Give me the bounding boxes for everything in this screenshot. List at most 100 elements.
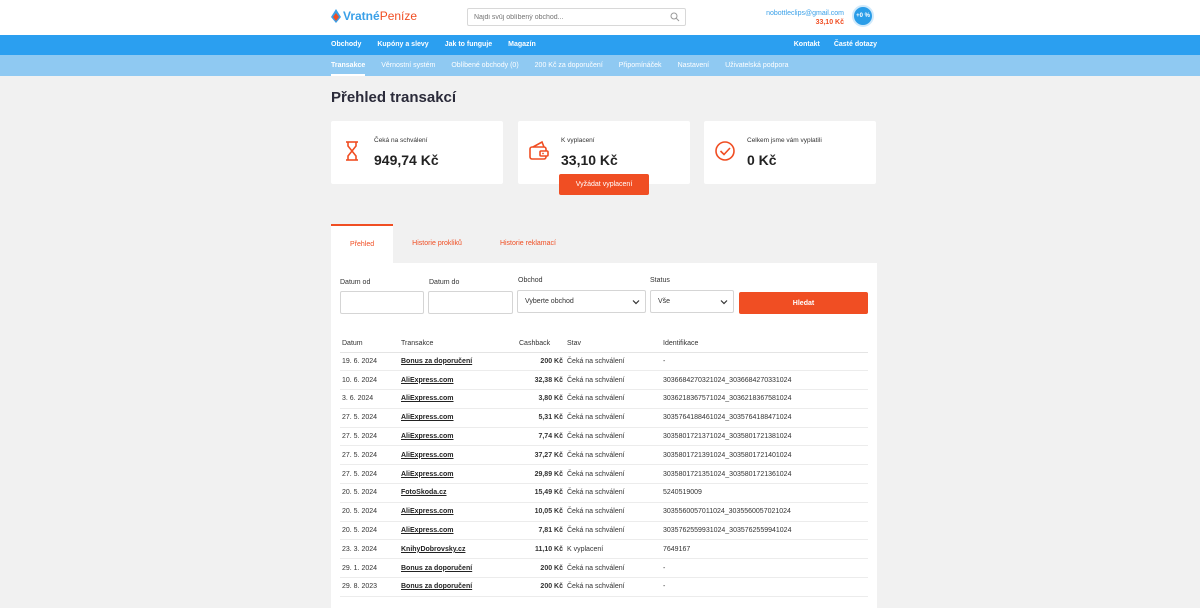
cashback-bonus-badge[interactable]: +0 % [852, 5, 874, 27]
shop-label: Obchod [518, 277, 543, 284]
row-cashback-value: 15,49 Kč [534, 489, 563, 497]
tab-prehled[interactable]: Přehled [331, 224, 394, 263]
subnav-item-oblibene-obchody[interactable]: Oblíbené obchody (0) [451, 55, 518, 76]
card-pending-value: 949,74 Kč [374, 152, 439, 168]
row-cashback: 7,81 Kč [517, 521, 567, 541]
search-input[interactable] [468, 9, 663, 25]
card-paid-total: Celkem jsme vám vyplatili 0 Kč [704, 121, 876, 184]
row-transaction-link[interactable]: FotoSkoda.cz [401, 489, 447, 496]
row-status: Čeká na schválení [567, 558, 663, 579]
row-date: 29. 1. 2024 [340, 558, 401, 579]
card-pending-label: Čeká na schválení [374, 137, 428, 144]
row-date: 27. 5. 2024 [340, 408, 401, 428]
row-date: 19. 6. 2024 [340, 352, 401, 372]
col-header-identifikace[interactable]: Identifikace [663, 335, 868, 353]
row-cashback-value: 32,38 Kč [534, 376, 563, 384]
table-row: 29. 8. 2023 Bonus za doporučení 200 Kč Čeká… [340, 577, 868, 597]
row-date: 29. 8. 2023 [340, 577, 401, 597]
row-transaction-link[interactable]: AliExpress.com [401, 471, 454, 478]
row-date: 20. 5. 2024 [340, 521, 401, 541]
row-transaction-link[interactable]: AliExpress.com [401, 433, 454, 440]
row-cashback: 5,31 Kč [517, 408, 567, 428]
row-transaction-link[interactable]: AliExpress.com [401, 414, 454, 421]
row-transaction-link[interactable]: KnihyDobrovsky.cz [401, 546, 465, 553]
table-row: 3. 6. 2024 AliExpress.com 3,80 Kč Čeká na s… [340, 389, 868, 409]
search-icon[interactable] [670, 12, 680, 22]
table-row: 10. 6. 2024 AliExpress.com 32,38 Kč Čeká na… [340, 370, 868, 391]
row-date: 27. 5. 2024 [340, 427, 401, 447]
table-row: 27. 5. 2024 AliExpress.com 37,27 Kč Čeká na… [340, 445, 868, 466]
col-header-transakce[interactable]: Transakce [401, 335, 517, 353]
row-transaction-link[interactable]: Bonus za doporučení [401, 358, 472, 365]
row-identifier: - [663, 577, 868, 597]
row-status: Čeká na schválení [567, 445, 663, 466]
row-status: Čeká na schválení [567, 521, 663, 541]
logo-text-part1: Vratné [343, 9, 380, 23]
date-to-input[interactable] [428, 291, 513, 314]
nav-item-magazin[interactable]: Magazín [508, 41, 536, 48]
row-cashback-value: 10,05 Kč [534, 508, 563, 516]
card-pending: Čeká na schválení 949,74 Kč [331, 121, 503, 184]
col-header-stav[interactable]: Stav [567, 335, 663, 353]
hourglass-icon [346, 141, 358, 161]
subnav-item-pripominacek[interactable]: Připomínáček [619, 55, 662, 76]
row-transaction: Bonus za doporučení [401, 558, 517, 579]
filter-search-button[interactable]: Hledat [739, 292, 868, 314]
date-from-input[interactable] [340, 291, 424, 314]
nav-item-kupony[interactable]: Kupóny a slevy [377, 41, 428, 48]
row-status: Čeká na schválení [567, 502, 663, 522]
shop-select[interactable]: Vyberte obchod [517, 290, 646, 313]
table-row: 29. 1. 2024 Bonus za doporučení 200 Kč Čeká… [340, 558, 868, 579]
row-cashback: 11,10 Kč [517, 539, 567, 560]
logo[interactable]: Vratné Peníze [331, 9, 417, 23]
row-identifier: 3036684270321024_3036684270331024 [663, 370, 868, 391]
subnav-item-podpora[interactable]: Uživatelská podpora [725, 55, 788, 76]
date-from-label: Datum od [340, 279, 371, 286]
row-transaction: Bonus za doporučení [401, 577, 517, 597]
card-to-payout-value: 33,10 Kč [561, 152, 618, 168]
row-transaction-link[interactable]: AliExpress.com [401, 452, 454, 459]
subnav-item-vernostni-system[interactable]: Věrnostní systém [381, 55, 435, 76]
account-info[interactable]: nobottleclips@gmail.com 33,10 Kč [766, 9, 844, 27]
row-identifier: 3035560057011024_3035560057021024 [663, 502, 868, 522]
row-transaction-link[interactable]: AliExpress.com [401, 395, 454, 402]
wallet-icon [529, 140, 549, 160]
account-balance: 33,10 Kč [815, 19, 844, 26]
top-bar: VratnéPeníze nobottleclips@gmail.com 33,… [0, 0, 1200, 35]
request-payout-button[interactable]: Vyžádat vyplacení [559, 174, 649, 195]
col-header-cashback[interactable]: Cashback [517, 335, 567, 353]
subnav-item-doporuceni[interactable]: 200 Kč za doporučení [535, 55, 603, 76]
row-cashback-value: 11,10 Kč [534, 545, 563, 553]
row-transaction-link[interactable]: AliExpress.com [401, 527, 454, 534]
account-email: nobottleclips@gmail.com [766, 10, 844, 17]
row-transaction: AliExpress.com [401, 464, 517, 485]
subnav-item-transakce[interactable]: Transakce [331, 55, 366, 76]
tab-historie-prokliku[interactable]: Historie prokliků [393, 224, 481, 263]
row-transaction-link[interactable]: AliExpress.com [401, 377, 454, 384]
row-transaction-link[interactable]: Bonus za doporučení [401, 583, 472, 590]
status-select[interactable]: Vše [650, 290, 734, 313]
row-date: 23. 3. 2024 [340, 539, 401, 560]
row-transaction: FotoSkoda.cz [401, 483, 517, 503]
row-transaction-link[interactable]: AliExpress.com [401, 508, 454, 515]
row-status: Čeká na schválení [567, 464, 663, 485]
row-status: Čeká na schválení [567, 389, 663, 409]
row-cashback: 15,49 Kč [517, 483, 567, 503]
row-cashback: 29,89 Kč [517, 464, 567, 485]
nav-item-jak-to-funguje[interactable]: Jak to funguje [445, 41, 492, 48]
row-cashback-value: 5,31 Kč [538, 414, 563, 422]
row-transaction: AliExpress.com [401, 521, 517, 541]
transactions-panel: Datum od Datum do Obchod Vyberte obchod … [331, 263, 877, 608]
subnav-item-nastaveni[interactable]: Nastavení [678, 55, 710, 76]
col-header-datum[interactable]: Datum [340, 335, 401, 353]
row-transaction: AliExpress.com [401, 502, 517, 522]
row-transaction-link[interactable]: Bonus za doporučení [401, 565, 472, 572]
row-date: 20. 5. 2024 [340, 483, 401, 503]
nav-item-kontakt[interactable]: Kontakt [794, 41, 820, 48]
table-header-row: Datum Transakce Cashback Stav Identifika… [340, 335, 868, 353]
nav-item-obchody[interactable]: Obchody [331, 41, 361, 48]
tab-historie-reklamaci[interactable]: Historie reklamací [481, 224, 575, 263]
status-label: Status [650, 277, 670, 284]
nav-item-caste-dotazy[interactable]: Časté dotazy [834, 41, 877, 48]
row-identifier: 3035762559931024_3035762559941024 [663, 521, 868, 541]
